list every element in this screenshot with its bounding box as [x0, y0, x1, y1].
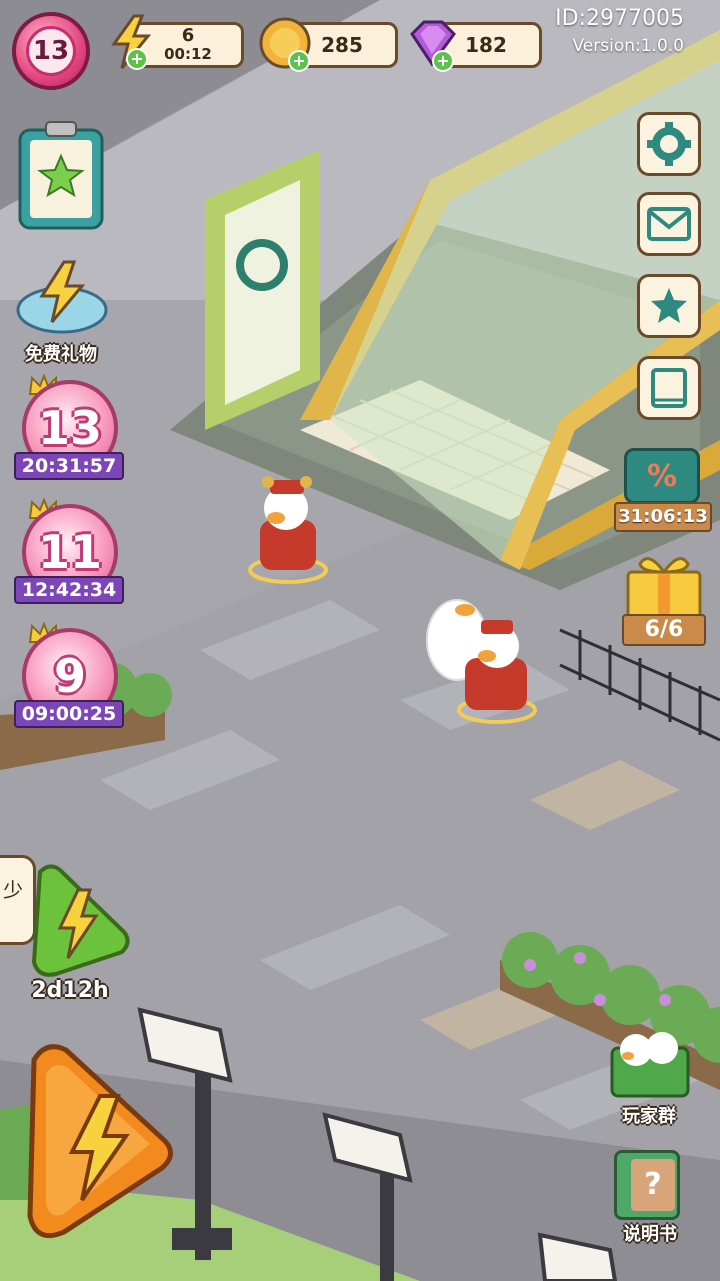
energy-boost-button[interactable]: 2d12h: [20, 862, 132, 1012]
duck-character-god-of-wealth[interactable]: [248, 470, 328, 590]
sale-offer-button[interactable]: % 31:06:13: [614, 448, 712, 534]
handbook-button[interactable]: [637, 356, 701, 420]
settings-button[interactable]: [637, 112, 701, 176]
clipboard-icon: [18, 121, 104, 230]
task-clipboard-button[interactable]: [16, 118, 106, 230]
achievement-button[interactable]: [637, 274, 701, 338]
sale-symbol: %: [646, 458, 678, 494]
event-level: 13: [37, 401, 102, 455]
question-book-icon: ?: [614, 1150, 680, 1220]
gem-value: 182: [465, 33, 507, 57]
energy-timer: 00:12: [164, 45, 212, 63]
ribbon-star-icon: [651, 288, 687, 323]
green-lightning-icon: [31, 864, 130, 977]
duck-characters-pair[interactable]: [425, 590, 545, 730]
event-timer: 20:31:57: [14, 452, 124, 480]
play-energy-button[interactable]: [14, 1040, 174, 1240]
energy-value: 6: [181, 25, 195, 46]
boost-timer: 2d12h: [31, 978, 109, 1003]
gift-icon: [626, 557, 702, 620]
event-timer: 09:00:25: [14, 700, 124, 728]
player-level-badge[interactable]: 13: [12, 12, 90, 90]
event-bubble-3[interactable]: 9 09:00:25: [14, 621, 126, 732]
game-scene[interactable]: 13 6 00:12 + 285 + 182 + ID:2977005 Vers…: [0, 0, 720, 1281]
event-bubble-1[interactable]: 13 20:31:57: [14, 373, 126, 484]
mail-button[interactable]: [637, 192, 701, 256]
sale-tag-icon: %: [624, 448, 700, 504]
version-text: Version:1.0.0: [572, 36, 685, 56]
mail-icon: [647, 207, 691, 241]
player-level-text: 13: [32, 36, 70, 66]
free-gift-button[interactable]: 免费礼物: [12, 258, 110, 365]
gift-box-button[interactable]: 6/6: [618, 550, 710, 650]
coin-add-button[interactable]: +: [288, 50, 310, 72]
duck-chat-icon: [610, 1032, 690, 1098]
event-bubble-2[interactable]: 11 12:42:34: [14, 497, 126, 608]
gift-energy-icon: [16, 260, 108, 334]
event-level: 11: [37, 525, 102, 579]
gem-add-button[interactable]: +: [432, 50, 454, 72]
book-icon: [651, 368, 687, 408]
energy-add-button[interactable]: +: [126, 48, 148, 70]
player-id: ID:2977005: [555, 6, 684, 31]
event-level: 9: [53, 649, 86, 703]
gear-icon: [647, 122, 691, 166]
coin-value: 285: [321, 33, 363, 57]
manual-button[interactable]: ? 说明书: [604, 1146, 696, 1246]
sale-timer: 31:06:13: [614, 502, 712, 532]
free-gift-label: 免费礼物: [25, 344, 97, 365]
gift-count: 6/6: [622, 614, 706, 646]
manual-label: 说明书: [623, 1224, 677, 1245]
event-timer: 12:42:34: [14, 576, 124, 604]
player-group-button[interactable]: 玩家群: [602, 1028, 696, 1127]
player-group-label: 玩家群: [622, 1106, 676, 1127]
orange-lightning-icon: [27, 1044, 173, 1238]
